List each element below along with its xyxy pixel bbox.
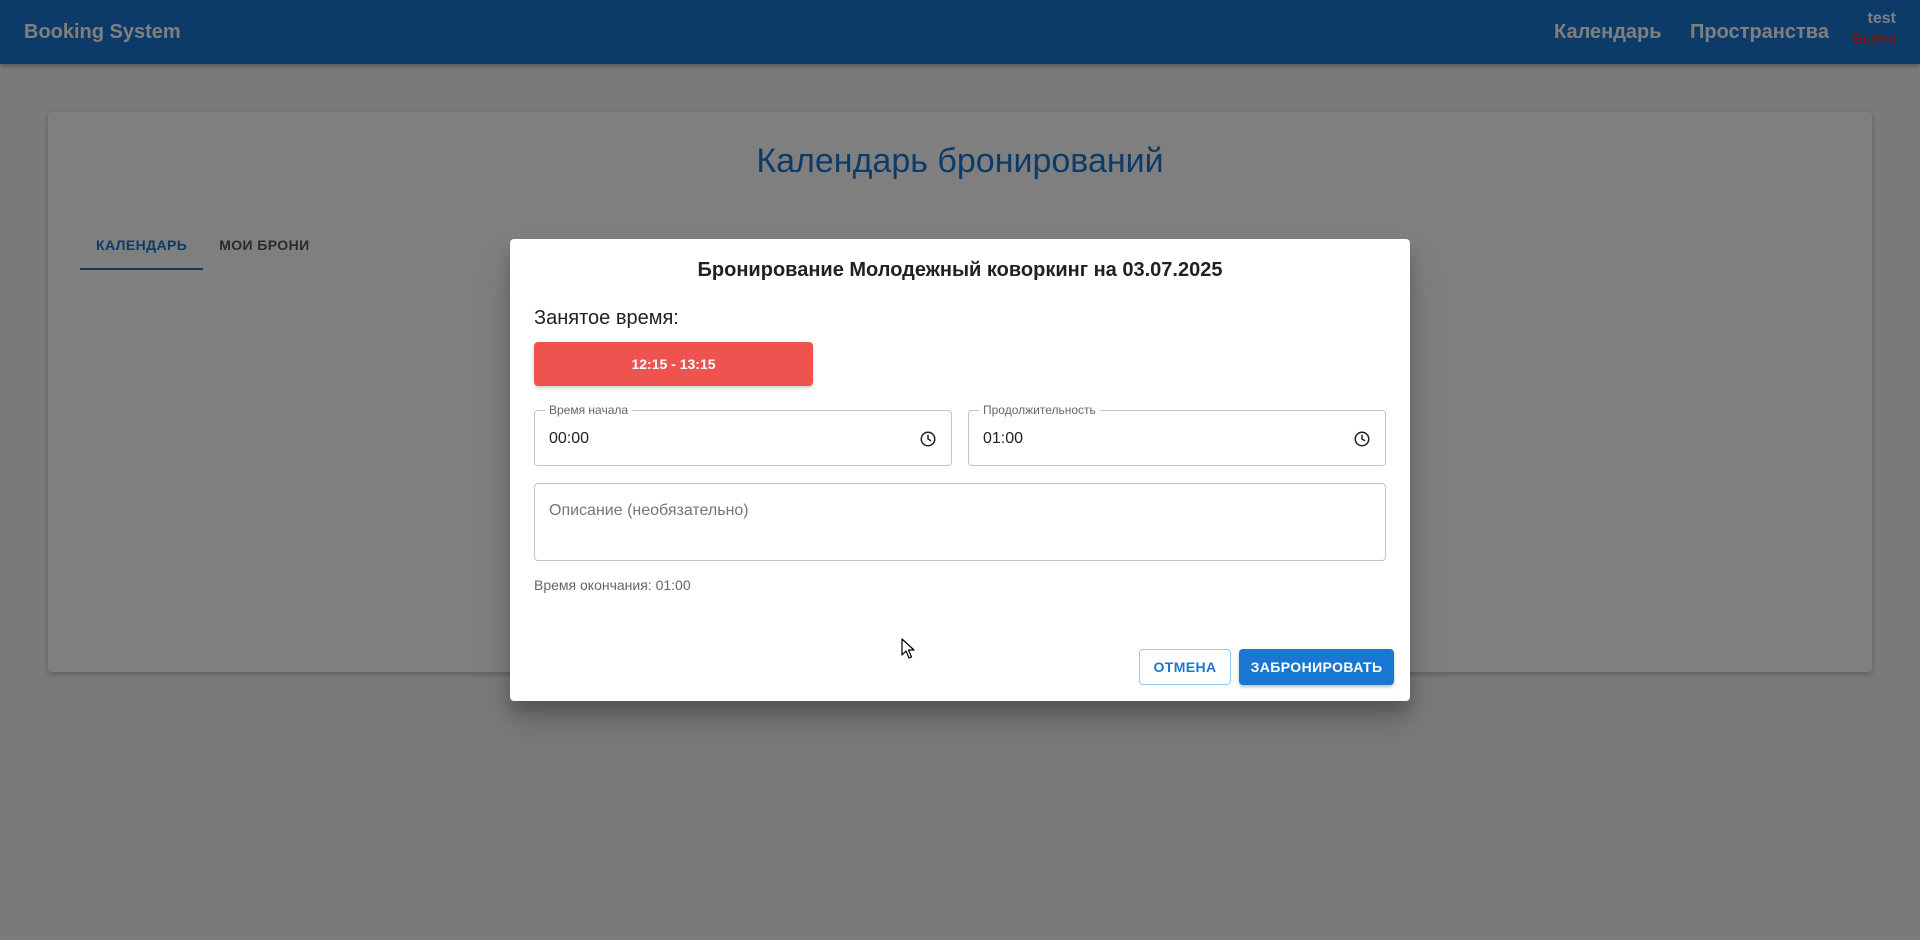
booking-dialog: Бронирование Молодежный коворкинг на 03.… bbox=[510, 239, 1410, 701]
book-button[interactable]: ЗАБРОНИРОВАТЬ bbox=[1239, 649, 1394, 685]
clock-icon[interactable] bbox=[1353, 430, 1371, 448]
start-time-value[interactable]: 00:00 bbox=[549, 411, 589, 467]
duration-field[interactable]: Продолжительность 01:00 bbox=[968, 403, 1386, 467]
duration-value[interactable]: 01:00 bbox=[983, 411, 1023, 467]
description-field[interactable]: Описание (необязательно) bbox=[534, 483, 1386, 561]
clock-icon[interactable] bbox=[919, 430, 937, 448]
dialog-title: Бронирование Молодежный коворкинг на 03.… bbox=[697, 259, 1223, 281]
busy-slot-chip: 12:15 - 13:15 bbox=[534, 342, 813, 386]
busy-time-label: Занятое время: bbox=[534, 307, 679, 329]
description-placeholder: Описание (необязательно) bbox=[549, 502, 749, 519]
end-time-text: Время окончания: 01:00 bbox=[534, 577, 691, 593]
start-time-field[interactable]: Время начала 00:00 bbox=[534, 403, 952, 467]
mouse-cursor-icon bbox=[901, 638, 915, 659]
cancel-button[interactable]: ОТМЕНА bbox=[1139, 649, 1231, 685]
